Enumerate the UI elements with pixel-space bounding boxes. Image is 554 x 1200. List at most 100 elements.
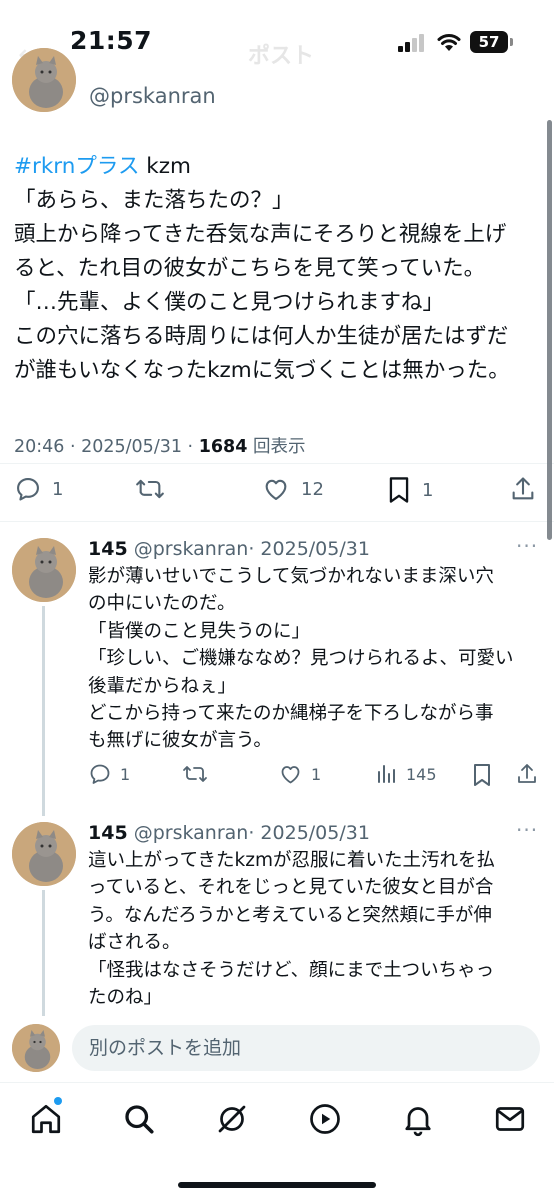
cat-avatar-image (12, 538, 76, 602)
post-meta: 20:46 · 2025/05/31 · 1684 回表示 (14, 433, 305, 458)
bookmark-icon (474, 764, 490, 786)
views-button[interactable]: 145 (376, 762, 437, 786)
bookmark-button[interactable] (471, 762, 493, 788)
reply-date: · 2025/05/31 (248, 822, 370, 844)
nav-notifications[interactable] (400, 1101, 436, 1137)
reply-line: っていると、それをじっと見ていた彼女と目が合 (88, 877, 494, 899)
share-button[interactable] (515, 762, 539, 786)
scrollbar[interactable] (547, 120, 552, 540)
reply-count: 1 (52, 478, 64, 500)
reply-header: 145 @prskanran· 2025/05/31 (88, 538, 370, 560)
battery-tip (510, 38, 513, 46)
view-count: 145 (406, 764, 437, 784)
nav-messages[interactable] (492, 1101, 528, 1137)
reply-line: 後輩だからねぇ」 (88, 675, 237, 697)
thread-line (42, 890, 45, 1016)
reply-author-name[interactable]: 145 (88, 822, 128, 844)
post-text: #rkrnプラス kzm 「あらら、また落ちたの？」 頭上から降ってきた呑気な声… (14, 150, 544, 388)
share-icon (518, 764, 536, 783)
reply-line: どこから持って来たのか縄梯子を下ろしながら事 (88, 703, 494, 725)
post-line: この穴に落ちる時周りには何人か生徒が居たはずだ (14, 324, 509, 349)
status-time: 21:57 (70, 26, 153, 55)
reply-icon (90, 764, 110, 784)
nav-search[interactable] (121, 1101, 157, 1137)
post-line: ると、たれ目の彼女がこちらを見て笑っていた。 (14, 256, 486, 281)
avatar[interactable] (12, 48, 76, 112)
repost-button[interactable] (182, 762, 208, 786)
heart-icon (265, 479, 287, 500)
post-line: 頭上から降ってきた呑気な声にそろりと視線を上げ (14, 222, 507, 247)
author-handle[interactable]: @prskanran (89, 84, 216, 108)
reply-author-name[interactable]: 145 (88, 538, 128, 560)
post-timestamp: 20:46 · 2025/05/31 · (14, 437, 199, 457)
messages-icon (495, 1107, 525, 1131)
post-actions: 1 12 1 (0, 475, 554, 511)
reply-line: ばされる。 (88, 932, 181, 954)
nav-grok[interactable] (214, 1101, 250, 1137)
reply-text: 這い上がってきたkzmが忍服に着いた土汚れを払 っていると、それをじっと見ていた… (88, 847, 548, 1011)
reply-line: たのね」 (88, 987, 163, 1009)
post-first-line: #rkrnプラス kzm (14, 150, 544, 184)
reply-actions: 1 1 145 (0, 762, 554, 790)
page-title: ポスト (248, 44, 315, 69)
grok-icon (218, 1105, 246, 1133)
reply-line: 影が薄いせいでこうして気づかれないまま深い穴 (88, 566, 494, 587)
notifications-icon (405, 1107, 431, 1137)
cellular-signal-icon (398, 34, 426, 52)
status-bar: ← ポスト 21:57 57 (0, 0, 554, 80)
reply-author-handle[interactable]: @prskanran (134, 538, 249, 560)
avatar[interactable] (12, 538, 76, 602)
reply-line: う。なんだろうかと考えていると突然頬に手が伸 (88, 904, 492, 926)
avatar[interactable] (12, 822, 76, 886)
reply-line: 「怪我はなさそうだけど、顔にまで土ついちゃっ (88, 959, 495, 981)
cat-avatar-image (12, 1024, 60, 1072)
more-options-icon[interactable]: ··· (516, 534, 538, 558)
nav-video[interactable] (307, 1101, 343, 1137)
bookmark-count: 1 (422, 479, 434, 501)
notification-dot (54, 1097, 62, 1105)
share-icon (512, 477, 534, 500)
reply-author-handle[interactable]: @prskanran (134, 822, 249, 844)
wifi-icon (437, 34, 461, 51)
divider (0, 463, 554, 464)
bookmark-button[interactable]: 1 (386, 475, 433, 505)
analytics-icon (378, 765, 395, 783)
post-first-line-rest: kzm (139, 154, 191, 179)
repost-button[interactable] (134, 475, 166, 503)
home-icon (31, 1104, 61, 1134)
bottom-nav (0, 1082, 554, 1200)
post-line: 「あらら、また落ちたの？」 (14, 188, 294, 213)
nav-home[interactable] (28, 1101, 64, 1137)
cat-avatar-image (12, 822, 76, 886)
add-post-input[interactable]: 別のポストを追加 (72, 1025, 540, 1071)
reply-icon (17, 478, 39, 501)
hashtag-link[interactable]: #rkrnプラス (14, 154, 139, 179)
bookmark-icon (389, 477, 409, 503)
search-icon (125, 1105, 154, 1134)
like-count: 1 (311, 764, 322, 784)
reply-line: 「皆僕のこと見失うのに」 (88, 620, 311, 642)
reply-text: 影が薄いせいでこうして気づかれないまま深い穴 の中にいたのだ。 「皆僕のこと見失… (88, 563, 548, 755)
reply-button[interactable]: 1 (88, 762, 130, 786)
video-icon (310, 1104, 340, 1134)
more-options-icon[interactable]: ··· (516, 818, 538, 842)
like-button[interactable]: 1 (278, 762, 321, 786)
reply-line: も無げに彼女が言う。 (88, 730, 272, 752)
heart-icon (281, 766, 300, 784)
reply-composer: 別のポストを追加 (0, 1016, 554, 1080)
avatar[interactable] (12, 1024, 60, 1072)
battery-indicator: 57 (470, 31, 508, 53)
share-button[interactable] (509, 475, 537, 503)
like-count: 12 (301, 478, 324, 500)
reply-header: 145 @prskanran· 2025/05/31 (88, 822, 370, 844)
reply-line: 這い上がってきたkzmが忍服に着いた土汚れを払 (88, 850, 495, 871)
reply-button[interactable]: 1 (14, 475, 63, 503)
like-button[interactable]: 12 (261, 475, 324, 503)
reply-line: の中にいたのだ。 (88, 593, 236, 615)
reply-date: · 2025/05/31 (248, 538, 370, 560)
post-line: 「…先輩、よく僕のこと見つけられますね」 (14, 290, 445, 315)
repost-icon (183, 766, 207, 782)
view-count: 1684 (198, 437, 248, 457)
home-indicator[interactable] (178, 1182, 376, 1188)
reply-line: 「珍しい、ご機嫌ななめ？見つけられるよ、可愛い (88, 648, 514, 670)
